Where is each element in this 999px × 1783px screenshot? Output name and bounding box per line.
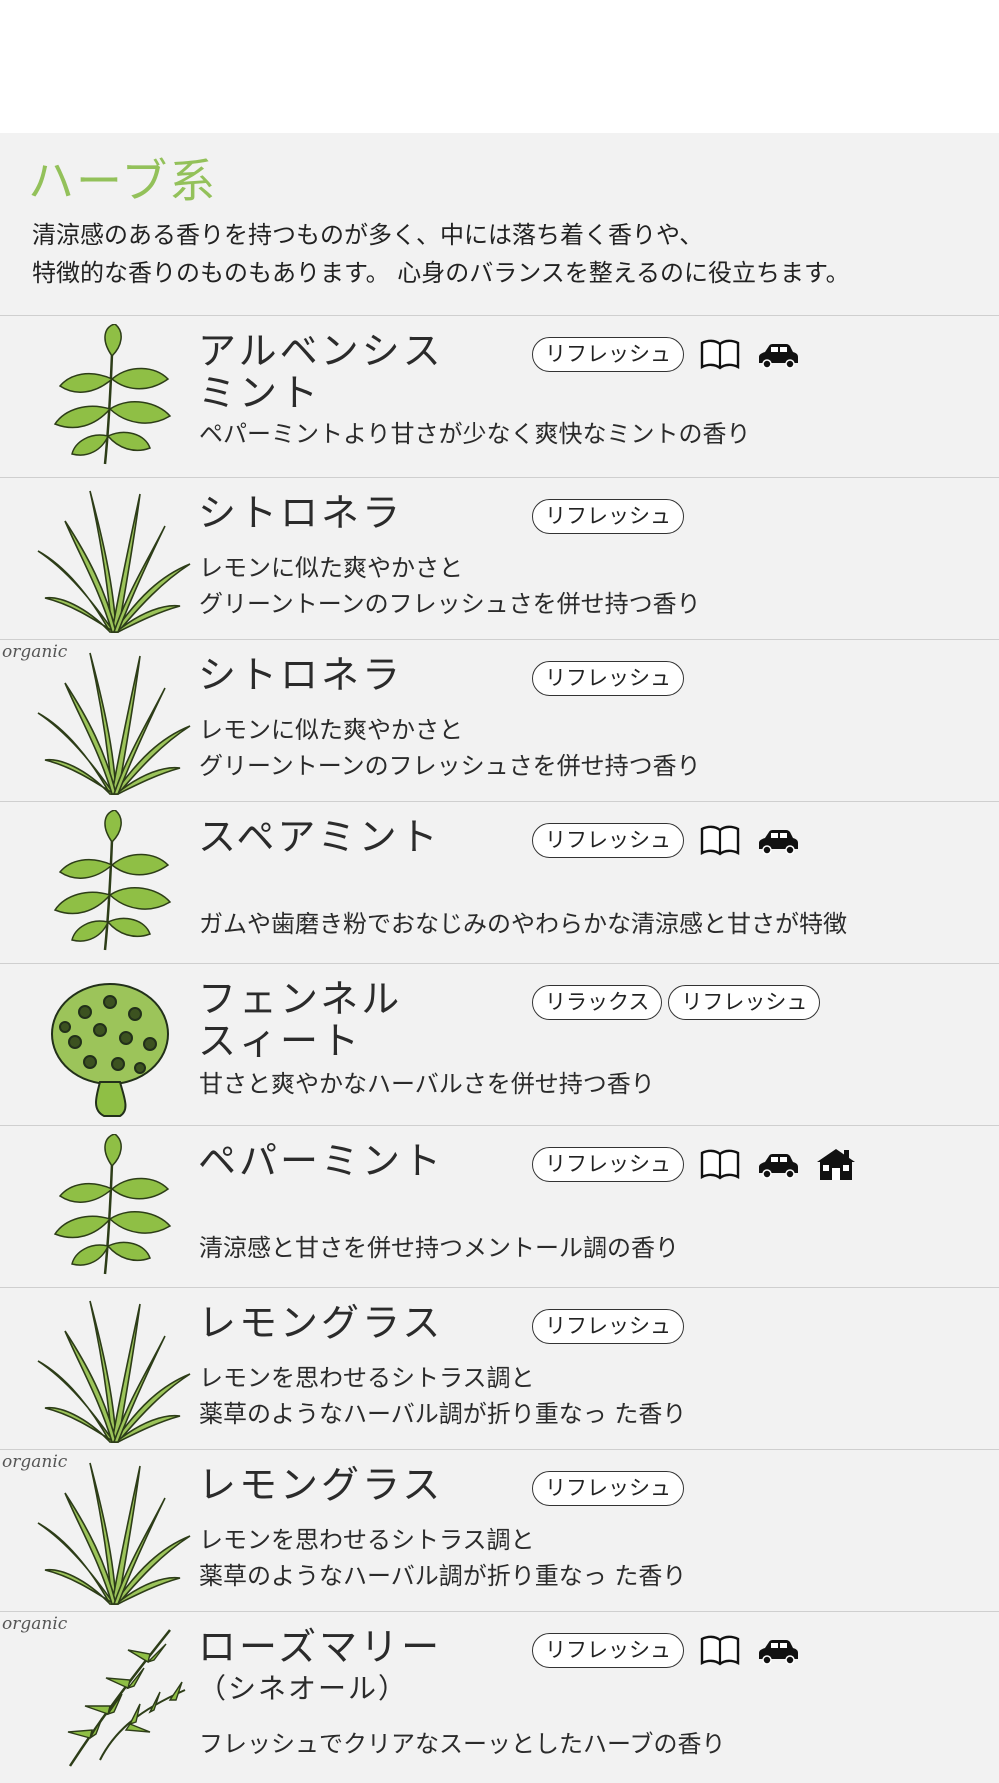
- fennel-icon: [30, 972, 195, 1120]
- tag-group: リフレッシュ: [532, 1146, 858, 1182]
- tag-refresh[interactable]: リフレッシュ: [532, 822, 684, 858]
- herb-name: シトロネラ: [198, 653, 404, 697]
- tag-refresh[interactable]: リフレッシュ: [668, 984, 821, 1020]
- book-icon: [698, 822, 742, 858]
- tag-group: リフレッシュ: [532, 336, 800, 372]
- herb-row-rosemary-cineole[interactable]: organic ローズマリー （シネオール） リフレッシュ フレッシュでクリアなス…: [0, 1611, 999, 1774]
- organic-label: organic: [2, 1614, 68, 1634]
- herb-name: ローズマリー （シネオール）: [198, 1625, 443, 1705]
- category-description-line: 特徴的な香りのものもあります。 心身のバランスを整えるのに役立ちます。: [32, 259, 850, 287]
- herb-name: レモングラス: [198, 1301, 444, 1345]
- mint-leaf-icon: [30, 810, 195, 958]
- tag-refresh[interactable]: リフレッシュ: [532, 1146, 684, 1182]
- organic-label: organic: [2, 1452, 68, 1472]
- tag-group: リフレッシュ: [532, 1470, 684, 1506]
- tag-refresh[interactable]: リフレッシュ: [532, 660, 684, 696]
- tag-relax[interactable]: リラックス: [532, 984, 663, 1020]
- herb-description: レモンを思わせるシトラス調と 薬草のようなハーバル調が折り重なっ た香り: [199, 1364, 687, 1428]
- grass-icon: [30, 486, 195, 634]
- tag-group: リラックス リフレッシュ: [532, 984, 821, 1020]
- tag-refresh[interactable]: リフレッシュ: [532, 1632, 684, 1668]
- mint-leaf-icon: [30, 324, 195, 472]
- herb-description: レモンに似た爽やかさと グリーントーンのフレッシュさを併せ持つ香り: [199, 716, 701, 780]
- grass-icon: [30, 1458, 195, 1606]
- car-icon: [756, 1146, 800, 1182]
- herb-description: フレッシュでクリアなスーッとしたハーブの香り: [199, 1730, 726, 1758]
- herb-row-peppermint[interactable]: ペパーミント リフレッシュ 清涼感と甘さを併せ持つメントール調の香り: [0, 1125, 999, 1288]
- herb-name: アルベンシス ミント: [198, 329, 444, 415]
- grass-icon: [30, 1296, 195, 1444]
- tag-refresh[interactable]: リフレッシュ: [532, 498, 684, 534]
- book-icon: [698, 1632, 742, 1668]
- herb-name: シトロネラ: [198, 491, 404, 535]
- herb-description: ペパーミントより甘さが少なく爽快なミントの香り: [199, 420, 751, 448]
- book-icon: [698, 336, 742, 372]
- tag-refresh[interactable]: リフレッシュ: [532, 1470, 684, 1506]
- herb-row-fennel-sweet[interactable]: フェンネル スィート リラックス リフレッシュ 甘さと爽やかなハーバルさを併せ持つ…: [0, 963, 999, 1126]
- herb-description: レモンを思わせるシトラス調と 薬草のようなハーバル調が折り重なっ た香り: [199, 1526, 687, 1590]
- car-icon: [756, 822, 800, 858]
- herb-description: ガムや歯磨き粉でおなじみのやわらかな清涼感と甘さが特徴: [199, 910, 847, 938]
- tag-group: リフレッシュ: [532, 1632, 800, 1668]
- tag-refresh[interactable]: リフレッシュ: [532, 336, 684, 372]
- tag-group: リフレッシュ: [532, 1308, 684, 1344]
- herb-description: 甘さと爽やかなハーバルさを併せ持つ香り: [199, 1070, 655, 1098]
- category-title: ハーブ系: [28, 154, 218, 208]
- organic-label: organic: [2, 642, 68, 662]
- herb-name: スペアミント: [198, 815, 441, 859]
- tag-refresh[interactable]: リフレッシュ: [532, 1308, 684, 1344]
- herb-row-lemongrass-organic[interactable]: organic レモングラス リフレッシュ レモンを思わせるシトラス調と 薬草のよ…: [0, 1449, 999, 1612]
- herb-description: レモンに似た爽やかさと グリーントーンのフレッシュさを併せ持つ香り: [199, 554, 701, 618]
- herb-name: フェンネル スィート: [198, 977, 403, 1063]
- book-icon: [698, 1146, 742, 1182]
- tag-group: リフレッシュ: [532, 660, 684, 696]
- grass-icon: [30, 648, 195, 796]
- herb-name: レモングラス: [198, 1463, 444, 1507]
- herb-name: ペパーミント: [198, 1139, 445, 1183]
- herb-row-arvensis-mint[interactable]: アルベンシス ミント リフレッシュ ペパーミントより甘さが少なく爽快なミントの香り: [0, 315, 999, 478]
- car-icon: [756, 1632, 800, 1668]
- category-description-line: 清涼感のある香りを持つものが多く、中には落ち着く香りや、: [32, 221, 704, 249]
- tag-group: リフレッシュ: [532, 498, 684, 534]
- mint-leaf-icon: [30, 1134, 195, 1282]
- tag-group: リフレッシュ: [532, 822, 800, 858]
- herb-row-citronella[interactable]: シトロネラ リフレッシュ レモンに似た爽やかさと グリーントーンのフレッシュさを併…: [0, 477, 999, 640]
- car-icon: [756, 336, 800, 372]
- house-icon: [814, 1146, 858, 1182]
- herb-row-citronella-organic[interactable]: organic シトロネラ リフレッシュ レモンに似た爽やかさと グリーントーンの…: [0, 639, 999, 802]
- rosemary-icon: [30, 1620, 195, 1768]
- herb-row-spearmint[interactable]: スペアミント リフレッシュ ガムや歯磨き粉でおなじみのやわらかな清涼感と甘さが特…: [0, 801, 999, 964]
- category-description: 清涼感のある香りを持つものが多く、中には落ち着く香りや、 特徴的な香りのものもあ…: [32, 216, 992, 292]
- herb-row-lemongrass[interactable]: レモングラス リフレッシュ レモンを思わせるシトラス調と 薬草のようなハーバル調が…: [0, 1287, 999, 1450]
- herb-description: 清涼感と甘さを併せ持つメントール調の香り: [199, 1234, 679, 1262]
